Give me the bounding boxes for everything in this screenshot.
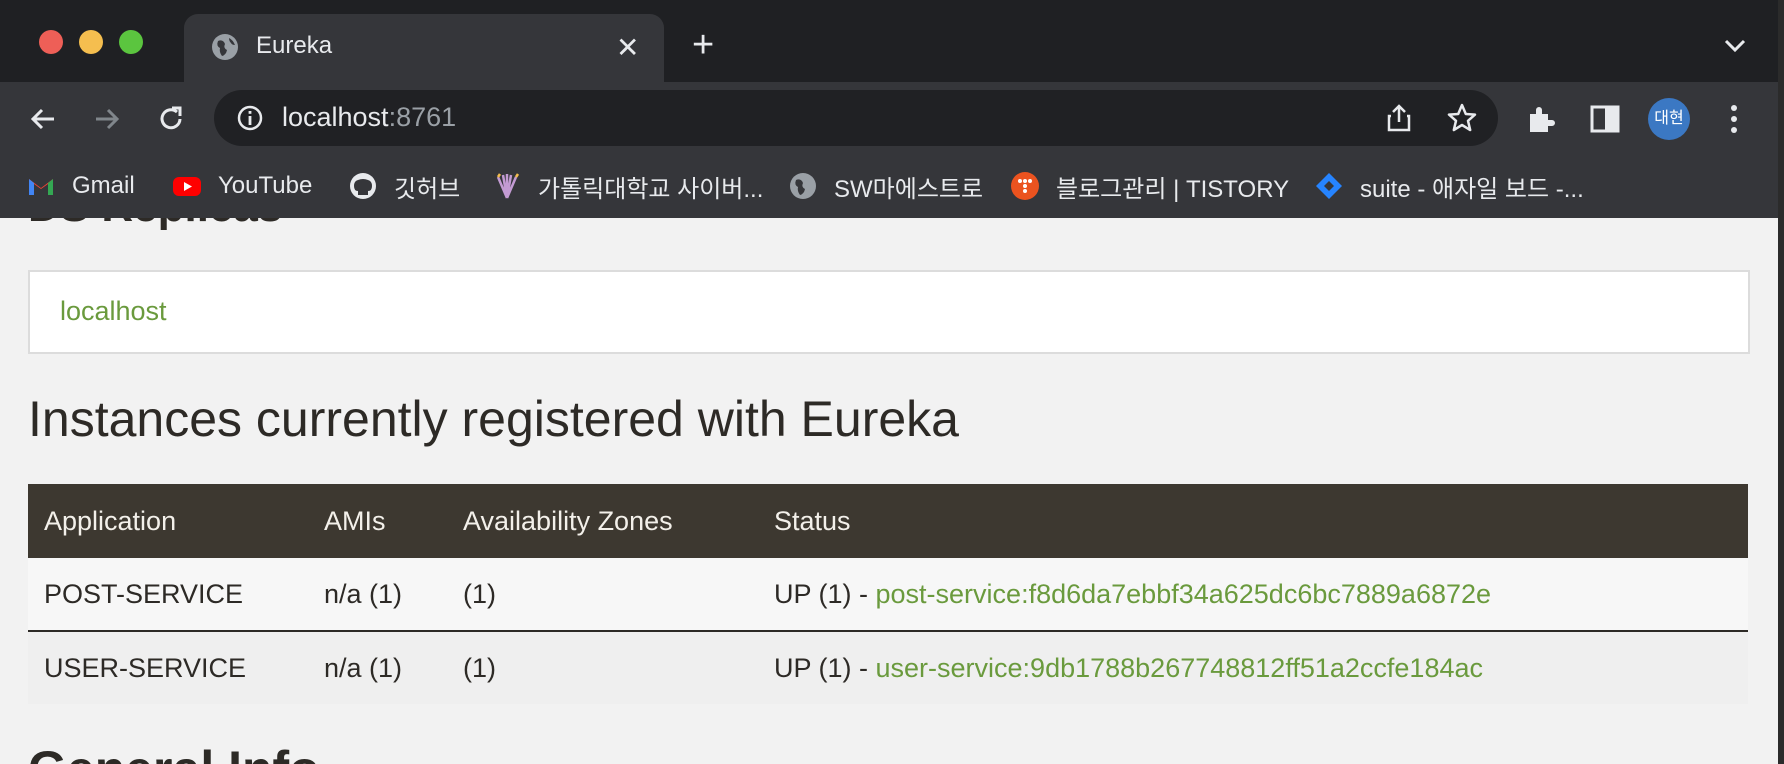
bookmarks-bar: Gmail YouTube 깃허브 가톨릭대학교 사이버... SW마에스트로 xyxy=(0,154,1778,218)
info-icon[interactable] xyxy=(236,104,264,132)
browser-toolbar: localhost:8761 대현 xyxy=(0,82,1778,154)
status-cell: UP (1) - user-service:9db1788b267748812f… xyxy=(758,631,1748,704)
address-bar[interactable]: localhost:8761 xyxy=(214,90,1498,146)
github-icon xyxy=(350,173,376,199)
tistory-icon xyxy=(1011,172,1039,200)
share-icon[interactable] xyxy=(1384,102,1414,134)
status-text: UP (1) - xyxy=(774,652,876,683)
instances-table: Application AMIs Availability Zones Stat… xyxy=(28,484,1748,704)
column-header-application: Application xyxy=(28,484,308,558)
table-row: POST-SERVICE n/a (1) (1) UP (1) - post-s… xyxy=(28,558,1748,632)
chevron-down-icon[interactable] xyxy=(1722,32,1748,58)
amis-cell: n/a (1) xyxy=(308,631,447,704)
university-icon xyxy=(496,173,520,199)
tab-eureka[interactable]: Eureka ✕ xyxy=(184,14,664,82)
bookmark-label: YouTube xyxy=(218,172,313,199)
bookmark-label: 깃허브 xyxy=(394,175,461,203)
application-cell: POST-SERVICE xyxy=(28,558,308,632)
table-row: USER-SERVICE n/a (1) (1) UP (1) - user-s… xyxy=(28,631,1748,704)
page-content: DS Replicas localhost Instances currentl… xyxy=(0,218,1778,764)
application-cell: USER-SERVICE xyxy=(28,631,308,704)
bookmark-youtube[interactable]: YouTube xyxy=(172,166,312,206)
gmail-icon xyxy=(29,179,53,195)
bookmark-github[interactable]: 깃허브 xyxy=(348,166,460,206)
table-header-row: Application AMIs Availability Zones Stat… xyxy=(28,484,1748,558)
star-icon[interactable] xyxy=(1446,102,1478,134)
zones-cell: (1) xyxy=(447,631,758,704)
replica-link[interactable]: localhost xyxy=(60,296,167,327)
reload-icon[interactable] xyxy=(154,102,188,136)
plus-icon[interactable]: + xyxy=(692,26,714,64)
maximize-window-button[interactable] xyxy=(119,30,143,54)
window-edge xyxy=(1778,0,1784,764)
bookmark-label: Gmail xyxy=(72,172,135,199)
url-port: :8761 xyxy=(388,102,457,132)
status-cell: UP (1) - post-service:f8d6da7ebbf34a625d… xyxy=(758,558,1748,632)
youtube-icon xyxy=(173,177,201,196)
column-header-zones: Availability Zones xyxy=(447,484,758,558)
bookmark-label: 가톨릭대학교 사이버... xyxy=(538,175,764,203)
forward-icon[interactable] xyxy=(90,102,124,136)
sidepanel-icon[interactable] xyxy=(1588,102,1622,136)
bookmark-university[interactable]: 가톨릭대학교 사이버... xyxy=(492,166,763,206)
column-header-amis: AMIs xyxy=(308,484,447,558)
profile-avatar[interactable]: 대현 xyxy=(1648,98,1690,140)
bookmark-tistory[interactable]: 블로그관리 | TISTORY xyxy=(1010,166,1289,206)
globe-icon xyxy=(212,34,238,60)
minimize-window-button[interactable] xyxy=(79,30,103,54)
extensions-icon[interactable] xyxy=(1524,102,1558,136)
instances-heading: Instances currently registered with Eure… xyxy=(28,391,959,447)
jira-icon xyxy=(1316,173,1342,199)
amis-cell: n/a (1) xyxy=(308,558,447,632)
close-icon[interactable]: ✕ xyxy=(616,34,639,62)
instance-link[interactable]: user-service:9db1788b267748812ff51a2ccfe… xyxy=(876,653,1483,683)
bookmark-label: suite - 애자일 보드 -... xyxy=(1360,175,1584,203)
bookmark-gmail[interactable]: Gmail xyxy=(26,166,135,206)
bookmark-label: 블로그관리 | TISTORY xyxy=(1056,175,1290,203)
kebab-icon[interactable] xyxy=(1722,102,1746,136)
url-text[interactable]: localhost:8761 xyxy=(282,102,456,133)
bookmark-label: SW마에스트로 xyxy=(834,175,984,203)
bookmark-swmaestro[interactable]: SW마에스트로 xyxy=(788,166,983,206)
column-header-status: Status xyxy=(758,484,1748,558)
instance-link[interactable]: post-service:f8d6da7ebbf34a625dc6bc7889a… xyxy=(876,579,1492,609)
tab-title: Eureka xyxy=(256,32,333,59)
ds-replicas-heading: DS Replicas xyxy=(28,218,282,232)
zones-cell: (1) xyxy=(447,558,758,632)
general-info-heading: General Info xyxy=(28,740,320,764)
bookmark-jira[interactable]: suite - 애자일 보드 -... xyxy=(1314,166,1584,206)
back-icon[interactable] xyxy=(26,102,60,136)
status-text: UP (1) - xyxy=(774,578,876,609)
replicas-panel: localhost xyxy=(28,270,1750,354)
close-window-button[interactable] xyxy=(39,30,63,54)
browser-titlebar: Eureka ✕ + xyxy=(0,0,1778,82)
globe-icon xyxy=(790,173,816,199)
